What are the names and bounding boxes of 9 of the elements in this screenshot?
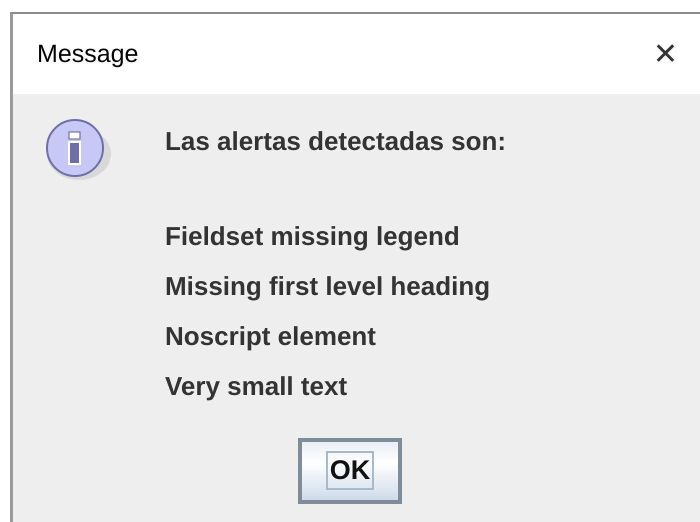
window-title: Message (37, 40, 138, 68)
alert-text: Noscript element (165, 320, 377, 353)
alert-text: Fieldset missing legend (165, 220, 461, 253)
message-heading: Las alertas detectadas son: (165, 125, 508, 158)
alert-text: Very small text (165, 370, 348, 403)
close-button[interactable]: ✕ (644, 36, 686, 72)
ok-button[interactable]: OK (298, 438, 402, 504)
alert-text: Missing first level heading (165, 270, 492, 303)
info-icon (46, 119, 111, 180)
